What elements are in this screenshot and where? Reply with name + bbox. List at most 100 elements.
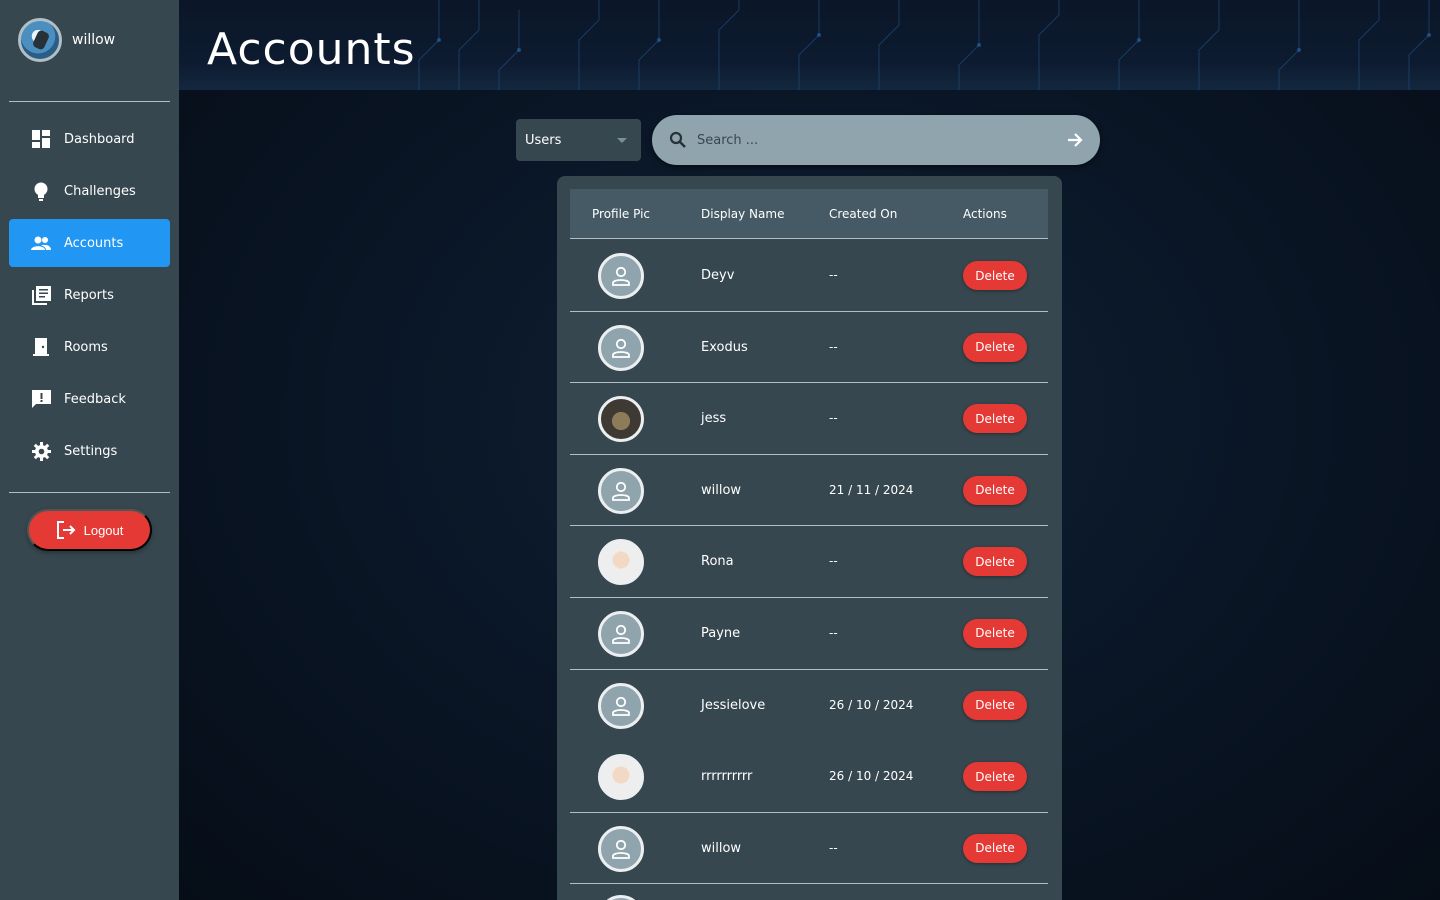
table-row: Rona -- Delete [570, 526, 1048, 598]
chevron-down-icon [617, 138, 627, 143]
sidebar-item-accounts[interactable]: Accounts [9, 219, 170, 267]
sidebar-item-label: Rooms [64, 339, 108, 355]
sidebar-item-label: Reports [64, 287, 114, 303]
column-header-display-name: Display Name [701, 207, 785, 221]
delete-button[interactable]: Delete [963, 404, 1027, 434]
profile-pic-cell [598, 324, 644, 371]
profile-pic-cell [598, 754, 644, 801]
avatar [598, 610, 644, 657]
accounts-table: Profile Pic Display Name Created On Acti… [557, 176, 1062, 900]
avatar [598, 324, 644, 371]
sidebar-item-feedback[interactable]: Feedback [9, 375, 170, 423]
column-header-created-on: Created On [829, 207, 898, 221]
user-profile[interactable]: willow [18, 18, 115, 62]
default-user-icon [612, 696, 630, 716]
display-name: Deyv [701, 268, 735, 283]
profile-pic-cell [598, 610, 644, 657]
table-row: willow -- Delete [570, 813, 1048, 885]
created-on: -- [829, 268, 838, 282]
default-user-icon [612, 338, 630, 358]
avatar [598, 895, 644, 900]
sidebar-item-dashboard[interactable]: Dashboard [9, 115, 170, 163]
delete-button[interactable]: Delete [963, 618, 1027, 648]
table-row: rrrrrrrrrr 26 / 10 / 2024 Delete [570, 741, 1048, 813]
sidebar-nav: Dashboard Challenges Accounts Reports Ro… [9, 115, 170, 479]
display-name: jess [701, 411, 727, 427]
profile-pic-cell [598, 825, 644, 872]
created-on: -- [829, 411, 838, 426]
people-icon [31, 233, 51, 253]
sidebar-item-label: Settings [64, 443, 118, 459]
display-name: rrrrrrrrrr [701, 769, 753, 785]
sidebar-item-settings[interactable]: Settings [9, 427, 170, 475]
created-on: 21 / 11 / 2024 [829, 482, 914, 497]
table-row: willow 21 / 11 / 2024 Delete [570, 455, 1048, 527]
delete-button[interactable]: Delete [963, 762, 1027, 792]
page-title: Accounts [207, 24, 416, 75]
table-row: jess -- Delete [570, 383, 1048, 455]
table-body: Deyv -- Delete Exodus -- Delete jess -- Delete wi… [570, 240, 1048, 885]
created-on: 26 / 10 / 2024 [829, 697, 914, 712]
account-type-select[interactable]: Users [516, 119, 641, 161]
table-row: Deyv -- Delete [570, 240, 1048, 312]
default-user-icon [612, 266, 630, 286]
avatar [598, 754, 644, 801]
delete-button[interactable]: Delete [963, 475, 1027, 505]
delete-button[interactable]: Delete [963, 690, 1027, 720]
door-icon [31, 337, 51, 357]
arrow-right-icon[interactable] [1066, 131, 1084, 149]
table-row: Exodus -- Delete [570, 312, 1048, 384]
dashboard-icon [31, 129, 51, 149]
sidebar-item-label: Challenges [64, 183, 136, 199]
avatar [598, 253, 644, 299]
avatar [598, 467, 644, 514]
feedback-icon [31, 389, 51, 409]
select-value: Users [525, 132, 562, 148]
search-icon [669, 131, 686, 148]
avatar [598, 825, 644, 872]
profile-pic-cell [598, 539, 644, 586]
logout-button[interactable]: Logout [27, 509, 152, 551]
display-name: Exodus [701, 339, 748, 355]
created-on: -- [829, 840, 838, 855]
delete-button[interactable]: Delete [963, 833, 1027, 863]
display-name: willow [701, 840, 742, 856]
created-on: -- [829, 625, 838, 640]
profile-pic-cell [598, 467, 644, 514]
divider [9, 101, 170, 102]
avatar [18, 18, 62, 62]
library-books-icon [31, 285, 51, 305]
display-name: Payne [701, 625, 741, 641]
default-user-icon [612, 839, 630, 859]
column-header-profile-pic: Profile Pic [592, 207, 651, 221]
profile-pic-cell [598, 396, 644, 443]
display-name: willow [701, 482, 742, 498]
column-header-actions: Actions [963, 207, 1007, 221]
username: willow [72, 32, 116, 48]
delete-button[interactable]: Delete [963, 547, 1027, 577]
table-header: Profile Pic Display Name Created On Acti… [570, 189, 1048, 239]
gear-icon [31, 441, 51, 461]
sidebar-item-rooms[interactable]: Rooms [9, 323, 170, 371]
created-on: -- [829, 339, 838, 354]
avatar [598, 396, 644, 443]
default-user-icon [612, 481, 630, 501]
sidebar: willow Dashboard Challenges Accounts Rep… [0, 0, 179, 900]
created-on: 26 / 10 / 2024 [829, 769, 914, 784]
sidebar-item-reports[interactable]: Reports [9, 271, 170, 319]
lightbulb-icon [31, 181, 51, 201]
display-name: Rona [701, 554, 734, 570]
search-input[interactable] [697, 127, 1047, 153]
sidebar-item-label: Accounts [64, 235, 124, 251]
table-row: Payne -- Delete [570, 598, 1048, 670]
profile-pic-cell [598, 253, 644, 299]
sidebar-item-challenges[interactable]: Challenges [9, 167, 170, 215]
default-user-icon [612, 624, 630, 644]
delete-button[interactable]: Delete [963, 261, 1027, 290]
delete-button[interactable]: Delete [963, 332, 1027, 362]
profile-pic-cell [598, 682, 644, 729]
sidebar-item-label: Feedback [64, 391, 126, 407]
display-name: Jessielove [701, 697, 766, 713]
created-on: -- [829, 554, 838, 569]
avatar [598, 539, 644, 586]
